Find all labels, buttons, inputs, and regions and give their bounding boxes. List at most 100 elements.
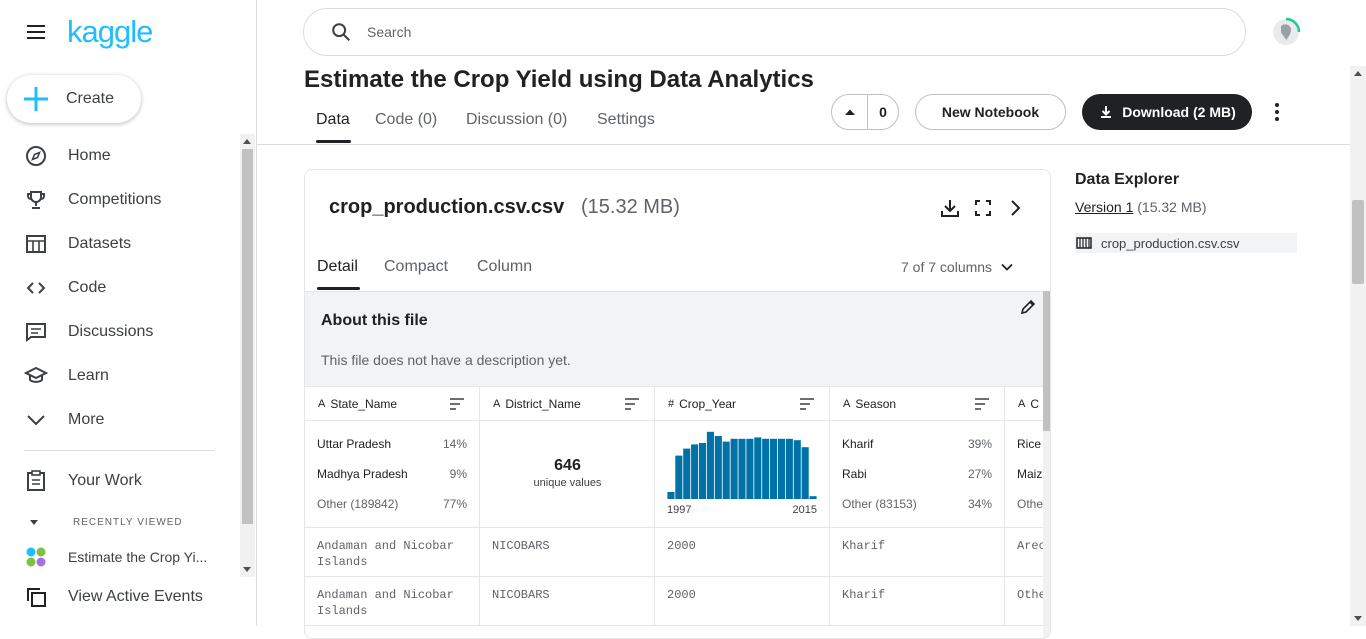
histogram-bar-2009[interactable] bbox=[762, 438, 770, 499]
sidebar-item-code[interactable]: Code bbox=[0, 266, 240, 310]
histogram-bar-2012[interactable] bbox=[785, 438, 793, 499]
sidebar-item-your-work[interactable]: Your Work bbox=[0, 459, 240, 503]
recently-viewed-heading[interactable]: RECENTLY VIEWED bbox=[24, 512, 183, 532]
sidebar-item-home[interactable]: Home bbox=[0, 134, 240, 178]
recent-item[interactable]: Estimate the Crop Yi... bbox=[0, 535, 240, 579]
divider bbox=[257, 144, 1350, 145]
column-header[interactable]: A State_Name bbox=[305, 387, 480, 420]
column-header[interactable]: A C bbox=[1005, 387, 1043, 420]
scrollbar-thumb[interactable] bbox=[1352, 200, 1364, 284]
histogram-bar-2014[interactable] bbox=[801, 447, 809, 499]
column-header[interactable]: # Crop_Year bbox=[655, 387, 830, 420]
string-type-icon: A bbox=[843, 397, 851, 410]
explorer-file-item[interactable]: crop_production.csv.csv bbox=[1075, 233, 1297, 253]
user-avatar[interactable] bbox=[1270, 16, 1302, 48]
table-cell: 2000 bbox=[655, 577, 830, 625]
scroll-down-arrow[interactable] bbox=[243, 567, 251, 572]
download-icon bbox=[1101, 106, 1112, 118]
scroll-up-arrow[interactable] bbox=[1354, 71, 1362, 76]
column-header[interactable]: A District_Name bbox=[480, 387, 655, 420]
create-button[interactable]: Create bbox=[7, 75, 141, 123]
tab-column[interactable]: Column bbox=[477, 258, 532, 276]
active-tab-indicator bbox=[316, 140, 351, 143]
histogram-bar-1999[interactable] bbox=[683, 448, 691, 499]
more-options-icon[interactable] bbox=[1266, 100, 1288, 124]
sort-icon[interactable] bbox=[624, 397, 640, 411]
histogram-bar-2002[interactable] bbox=[706, 431, 714, 499]
fullscreen-icon[interactable] bbox=[971, 196, 995, 220]
column-selector[interactable]: 7 of 7 columns bbox=[901, 259, 1014, 275]
table-row: Andaman and Nicobar Islands NICOBARS 200… bbox=[305, 577, 1043, 626]
sidebar-item-label: Learn bbox=[68, 367, 109, 384]
axis-min-label: 1997 bbox=[667, 504, 692, 516]
data-explorer-title: Data Explorer bbox=[1075, 171, 1180, 188]
scroll-up-arrow[interactable] bbox=[243, 139, 251, 144]
unique-label: unique values bbox=[533, 477, 602, 489]
scrollbar-thumb[interactable] bbox=[1043, 291, 1050, 431]
menu-icon[interactable] bbox=[24, 20, 48, 44]
upvote-widget[interactable]: 0 bbox=[831, 94, 899, 130]
caret-up-icon bbox=[844, 109, 855, 115]
sidebar-item-more[interactable]: More bbox=[0, 398, 240, 442]
chevron-down-icon bbox=[27, 415, 45, 426]
sort-icon[interactable] bbox=[974, 397, 990, 411]
caret-down-icon bbox=[30, 520, 38, 525]
summary-line: Othe bbox=[1017, 497, 1043, 511]
histogram-bar-2010[interactable] bbox=[770, 438, 778, 499]
column-header[interactable]: A Season bbox=[830, 387, 1005, 420]
histogram-bar-2015[interactable] bbox=[809, 496, 817, 499]
download-button[interactable]: Download (2 MB) bbox=[1082, 94, 1252, 130]
table-cell: NICOBARS bbox=[480, 577, 655, 625]
histogram-bar-2007[interactable] bbox=[746, 438, 754, 499]
school-icon bbox=[24, 366, 48, 383]
table-cell: Kharif bbox=[830, 577, 1005, 625]
sort-icon[interactable] bbox=[449, 397, 465, 411]
page-scrollbar[interactable] bbox=[1350, 66, 1366, 626]
histogram-bar-1998[interactable] bbox=[675, 455, 683, 499]
table-scrollbar[interactable] bbox=[1043, 291, 1050, 638]
code-icon bbox=[26, 282, 46, 294]
tab-detail[interactable]: Detail bbox=[317, 258, 358, 276]
summary-line: Rice bbox=[1017, 437, 1043, 451]
search-bar[interactable] bbox=[303, 8, 1246, 56]
histogram-bar-2005[interactable] bbox=[730, 438, 738, 499]
histogram-bar-2001[interactable] bbox=[698, 443, 707, 499]
new-notebook-button[interactable]: New Notebook bbox=[915, 94, 1066, 130]
clipboard-icon bbox=[27, 470, 45, 491]
kaggle-logo[interactable]: kaggle bbox=[67, 14, 153, 50]
tab-compact[interactable]: Compact bbox=[384, 258, 448, 276]
sidebar-scrollbar[interactable] bbox=[240, 134, 255, 577]
summary-label: Other (83153) bbox=[842, 497, 917, 511]
explorer-file-label: crop_production.csv.csv bbox=[1101, 235, 1240, 251]
upvote-button[interactable] bbox=[832, 95, 868, 129]
version-link[interactable]: Version 1 bbox=[1075, 199, 1133, 215]
histogram-bar-2006[interactable] bbox=[738, 438, 746, 499]
histogram-bar-2013[interactable] bbox=[793, 440, 801, 499]
histogram-bar-1997[interactable] bbox=[667, 492, 675, 499]
edit-icon[interactable] bbox=[1020, 299, 1036, 315]
sort-icon[interactable] bbox=[799, 397, 815, 411]
chevron-right-icon[interactable] bbox=[1003, 196, 1027, 220]
sidebar-item-competitions[interactable]: Competitions bbox=[0, 178, 240, 222]
histogram-bar-2011[interactable] bbox=[777, 438, 786, 499]
tab-code[interactable]: Code (0) bbox=[375, 111, 437, 129]
sidebar-item-datasets[interactable]: Datasets bbox=[0, 222, 240, 266]
crop-year-histogram[interactable] bbox=[667, 429, 817, 499]
tab-discussion[interactable]: Discussion (0) bbox=[466, 111, 567, 129]
sidebar-item-discussions[interactable]: Discussions bbox=[0, 310, 240, 354]
scroll-down-arrow[interactable] bbox=[1354, 616, 1362, 621]
tab-settings[interactable]: Settings bbox=[597, 111, 655, 129]
sidebar-item-active-events[interactable]: View Active Events bbox=[0, 575, 240, 619]
scrollbar-thumb[interactable] bbox=[242, 149, 253, 524]
histogram-bar-2004[interactable] bbox=[722, 441, 730, 499]
search-input[interactable] bbox=[367, 24, 1187, 40]
histogram-bar-2003[interactable] bbox=[714, 436, 722, 499]
tab-data[interactable]: Data bbox=[316, 111, 350, 129]
dataset-thumbnail-icon bbox=[26, 547, 46, 567]
histogram-bar-2000[interactable] bbox=[691, 444, 699, 499]
histogram-bar-2008[interactable] bbox=[754, 437, 762, 499]
summary-line: Madhya Pradesh 9% bbox=[317, 467, 467, 481]
download-file-icon[interactable] bbox=[938, 196, 962, 220]
sidebar-item-learn[interactable]: Learn bbox=[0, 354, 240, 398]
divider bbox=[24, 450, 215, 451]
